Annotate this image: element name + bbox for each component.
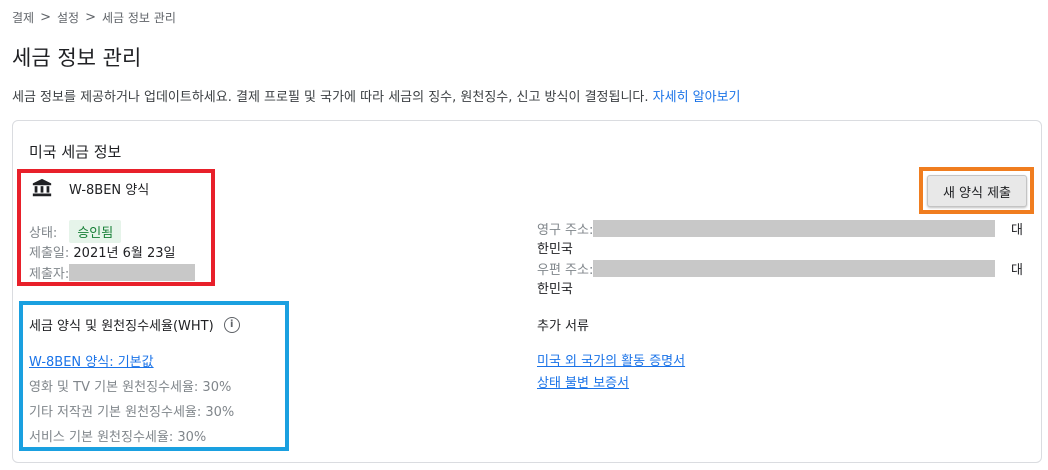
mailing-address-label: 우편 주소:: [537, 263, 594, 278]
submitted-date: 2021년 6월 23일: [73, 246, 176, 261]
page-description: 세금 정보를 제공하거나 업데이트하세요. 결제 프로필 및 국가에 따라 세금…: [12, 86, 741, 105]
description-text: 세금 정보를 제공하거나 업데이트하세요. 결제 프로필 및 국가에 따라 세금…: [12, 90, 649, 105]
breadcrumb: 결제 > 설정 > 세금 정보 관리: [12, 9, 176, 26]
submitter-row: 제출자:: [29, 263, 196, 282]
redacted-submitter: [69, 264, 196, 281]
permanent-address-country: 한민국: [537, 242, 573, 257]
submitter-label: 제출자:: [29, 267, 70, 282]
submit-new-form-button[interactable]: 새 양식 제출: [927, 175, 1027, 207]
status-badge: 승인됨: [69, 220, 122, 243]
mailing-address: 우편 주소: 한민국: [537, 259, 996, 297]
wht-rate-film-tv: 영화 및 TV 기본 원천징수세율: 30%: [29, 380, 232, 395]
wht-rate-services: 서비스 기본 원천징수세율: 30%: [29, 430, 207, 445]
card-title: 미국 세금 정보: [29, 143, 122, 161]
submitted-label: 제출일:: [29, 246, 70, 261]
redacted-permanent-address: [593, 220, 996, 237]
form-header: W-8BEN 양식: [31, 177, 149, 199]
us-tax-info-card: 미국 세금 정보 W-8BEN 양식 상태: 승인됨 제출일: 2021년 6월…: [12, 120, 1042, 463]
redacted-mailing-address: [593, 260, 996, 277]
permanent-address-row: 영구 주소:: [537, 219, 996, 238]
status-label: 상태:: [29, 226, 58, 241]
permanent-address: 영구 주소: 한민국: [537, 219, 996, 257]
info-icon[interactable]: i: [223, 316, 240, 333]
mailing-address-country: 한민국: [537, 282, 573, 297]
breadcrumb-separator: >: [85, 10, 96, 25]
wht-header: 세금 양식 및 원천징수세율(WHT) i: [29, 315, 240, 334]
mailing-address-row: 우편 주소:: [537, 259, 996, 278]
bank-icon: [32, 178, 52, 197]
breadcrumb-item-tax-info: 세금 정보 관리: [102, 11, 176, 25]
foreign-activity-certificate-link[interactable]: 미국 외 국가의 활동 증명서: [537, 350, 685, 369]
wht-title: 세금 양식 및 원천징수세율(WHT): [29, 319, 214, 334]
form-name: W-8BEN 양식: [69, 182, 150, 198]
breadcrumb-item-payment[interactable]: 결제: [12, 9, 34, 26]
permanent-address-label: 영구 주소:: [537, 223, 594, 238]
mailing-address-tail: 대: [1011, 263, 1023, 278]
w8ben-default-link[interactable]: W-8BEN 양식: 기본값: [29, 351, 154, 370]
learn-more-link[interactable]: 자세히 알아보기: [653, 90, 741, 105]
submitted-date-row: 제출일: 2021년 6월 23일: [29, 242, 175, 261]
status-row: 상태: 승인됨: [29, 220, 122, 243]
page-title: 세금 정보 관리: [12, 46, 142, 70]
extra-docs-title: 추가 서류: [537, 319, 589, 334]
breadcrumb-separator: >: [40, 10, 51, 25]
permanent-address-tail: 대: [1011, 223, 1023, 238]
breadcrumb-item-settings[interactable]: 설정: [57, 9, 79, 26]
wht-rate-copyright: 기타 저작권 기본 원천징수세율: 30%: [29, 405, 235, 420]
status-warranty-link[interactable]: 상태 불변 보증서: [537, 372, 629, 391]
